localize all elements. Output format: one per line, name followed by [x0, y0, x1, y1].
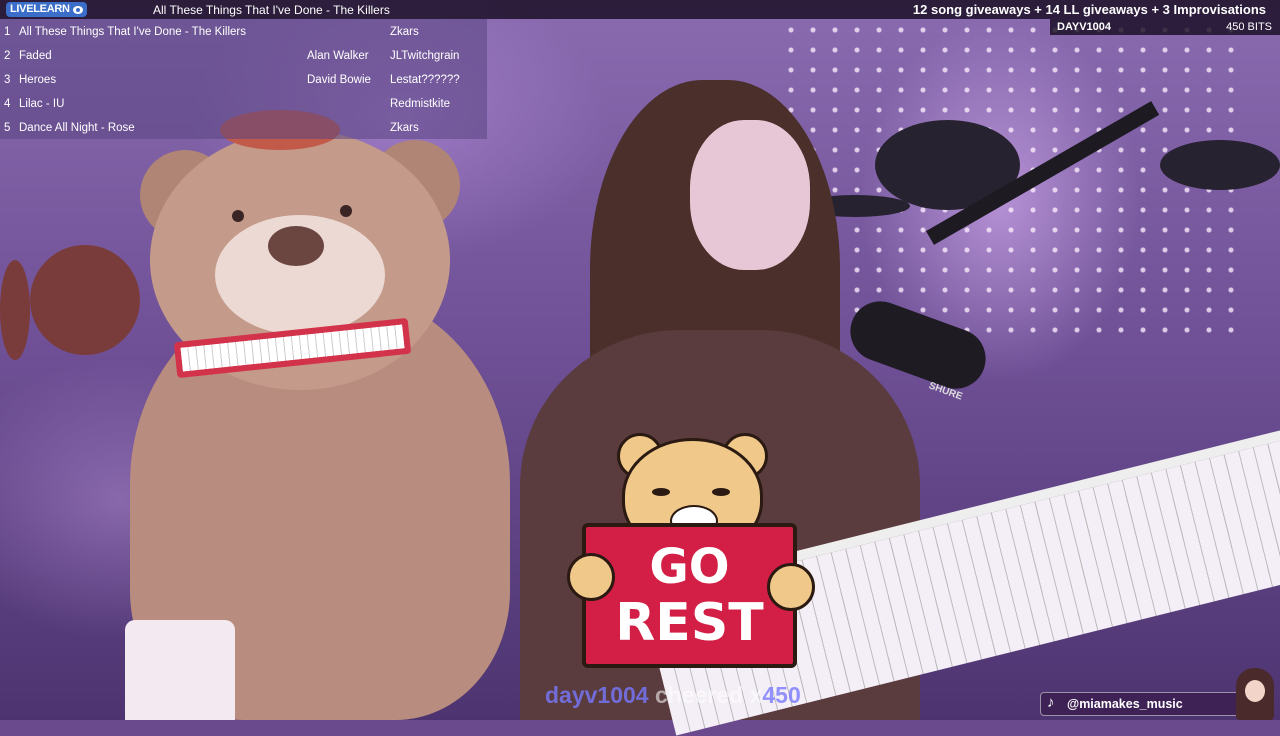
- queue-song-title: Lilac - IU: [19, 98, 65, 110]
- bongo-drum: [0, 260, 30, 360]
- queue-song-title: Heroes: [19, 74, 57, 86]
- queue-row: 3 Heroes David Bowie Lestat??????: [0, 67, 487, 91]
- now-playing-title: All These Things That I've Done - The Ki…: [153, 3, 390, 17]
- queue-row: 5 Dance All Night - Rose Zkars: [0, 115, 487, 139]
- go-rest-sticker: GO REST: [567, 433, 815, 668]
- sticker-bear-paw: [767, 563, 815, 611]
- tiktok-icon: [1047, 694, 1061, 711]
- cheer-alert: dayv1004 cheered x450: [545, 682, 801, 709]
- latest-cheer-bits: 450 BITS: [1226, 21, 1272, 33]
- queue-artist: David Bowie: [307, 74, 371, 86]
- sticker-bear-eye: [652, 488, 670, 496]
- latest-cheer-bar: DAYV1004 450 BITS: [1050, 19, 1280, 35]
- song-queue: 1 All These Things That I've Done - The …: [0, 19, 487, 139]
- queue-number: 2: [4, 50, 11, 62]
- social-handle: @miamakes_music: [1067, 697, 1183, 711]
- social-handle-badge: @miamakes_music: [1040, 692, 1240, 716]
- streamer-avatar: [1236, 668, 1274, 720]
- cheer-user: dayv1004: [545, 682, 649, 708]
- queue-number: 3: [4, 74, 11, 86]
- queue-song-title: All These Things That I've Done - The Ki…: [19, 26, 246, 38]
- sign-line-1: GO: [649, 538, 730, 595]
- queue-requester: Lestat??????: [390, 74, 460, 86]
- cheer-verb: cheered x: [654, 682, 763, 708]
- streamer-face: [690, 120, 810, 270]
- queue-song-title: Dance All Night - Rose: [19, 122, 135, 134]
- bongo-drum: [30, 245, 140, 355]
- queue-number: 4: [4, 98, 11, 110]
- queue-requester: Redmistkite: [390, 98, 451, 110]
- go-rest-sign: GO REST: [582, 523, 797, 668]
- teddy-bear-eye: [340, 205, 352, 217]
- queue-row: 2 Faded Alan Walker JLTwitchgrain: [0, 43, 487, 67]
- giveaways-banner: 12 song giveaways + 14 LL giveaways + 3 …: [912, 2, 1266, 17]
- sticker-bear-eye: [712, 488, 730, 496]
- sticker-bear-paw: [567, 553, 615, 601]
- queue-number: 1: [4, 26, 11, 38]
- queue-number: 5: [4, 122, 11, 134]
- logo-text: LIVELEARN: [10, 3, 70, 15]
- teddy-bear-eye: [232, 210, 244, 222]
- queue-requester: Zkars: [390, 26, 419, 38]
- queue-row: 4 Lilac - IU Redmistkite: [0, 91, 487, 115]
- queue-artist: Alan Walker: [307, 50, 369, 62]
- cymbal: [1160, 140, 1280, 190]
- queue-song-title: Faded: [19, 50, 52, 62]
- mug: [125, 620, 235, 720]
- sign-line-2: REST: [615, 592, 764, 653]
- eye-icon: [72, 5, 83, 14]
- top-bar: LIVELEARN All These Things That I've Don…: [0, 0, 1280, 19]
- queue-requester: Zkars: [390, 122, 419, 134]
- cheer-amount: 450: [762, 682, 801, 708]
- livelearn-logo: LIVELEARN: [6, 2, 87, 17]
- latest-cheer-user: DAYV1004: [1057, 21, 1112, 33]
- queue-row: 1 All These Things That I've Done - The …: [0, 19, 487, 43]
- queue-requester: JLTwitchgrain: [390, 50, 460, 62]
- teddy-bear-nose: [268, 226, 324, 266]
